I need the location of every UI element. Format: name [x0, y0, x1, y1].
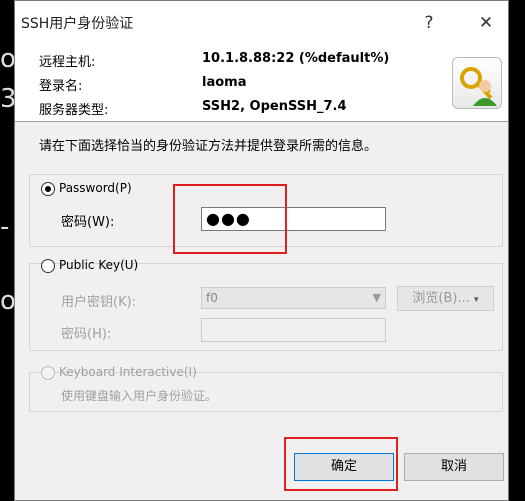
- publickey-radio[interactable]: [41, 259, 55, 273]
- password-field-label: 密码(W):: [61, 215, 115, 230]
- browse-label: 浏览(B)...: [412, 291, 470, 306]
- dropdown-arrow-icon: ▾: [474, 295, 479, 305]
- close-button[interactable]: ✕: [468, 9, 504, 37]
- login-value: laoma: [202, 75, 247, 90]
- server-type-label: 服务器类型:: [39, 103, 109, 118]
- login-label: 登录名:: [39, 79, 83, 94]
- ok-highlight-box: [284, 437, 398, 491]
- dialog-title: SSH用户身份验证: [21, 16, 134, 32]
- background-glyph-3: -: [0, 212, 10, 242]
- password-radio[interactable]: [41, 182, 55, 196]
- cancel-button[interactable]: 取消: [404, 453, 504, 481]
- title-bar: SSH用户身份验证 ? ✕: [15, 1, 508, 45]
- ssh-auth-dialog: SSH用户身份验证 ? ✕ 远程主机: 10.1.8.88:22 (%defau…: [14, 0, 509, 501]
- connection-info: 远程主机: 10.1.8.88:22 (%default%) 登录名: laom…: [15, 45, 508, 121]
- key-passphrase-label: 密码(H):: [61, 327, 112, 342]
- password-highlight-box: [173, 184, 287, 254]
- server-type-value: SSH2, OpenSSH_7.4: [202, 99, 347, 114]
- user-key-value: f0: [206, 291, 218, 305]
- help-button[interactable]: ?: [411, 9, 447, 37]
- instruction-text: 请在下面选择恰当的身份验证方法并提供登录所需的信息。: [39, 139, 378, 154]
- publickey-radio-label[interactable]: Public Key(U): [59, 258, 138, 272]
- user-key-label: 用户密钥(K):: [61, 295, 137, 310]
- chevron-down-icon: ▼: [372, 291, 381, 304]
- host-value: 10.1.8.88:22 (%default%): [202, 51, 390, 66]
- password-radio-label[interactable]: Password(P): [59, 181, 132, 195]
- user-key-select[interactable]: f0 ▼: [201, 287, 386, 309]
- user-key-icon: [452, 57, 502, 109]
- keyboard-interactive-description: 使用键盘输入用户身份验证。: [61, 389, 218, 403]
- host-label: 远程主机:: [39, 55, 96, 70]
- header-separator: [15, 121, 508, 122]
- keyboard-interactive-radio[interactable]: [41, 366, 55, 380]
- key-passphrase-input[interactable]: [201, 318, 386, 342]
- keyboard-interactive-radio-label[interactable]: Keyboard Interactive(I): [59, 365, 197, 379]
- browse-button[interactable]: 浏览(B)... ▾: [397, 286, 494, 311]
